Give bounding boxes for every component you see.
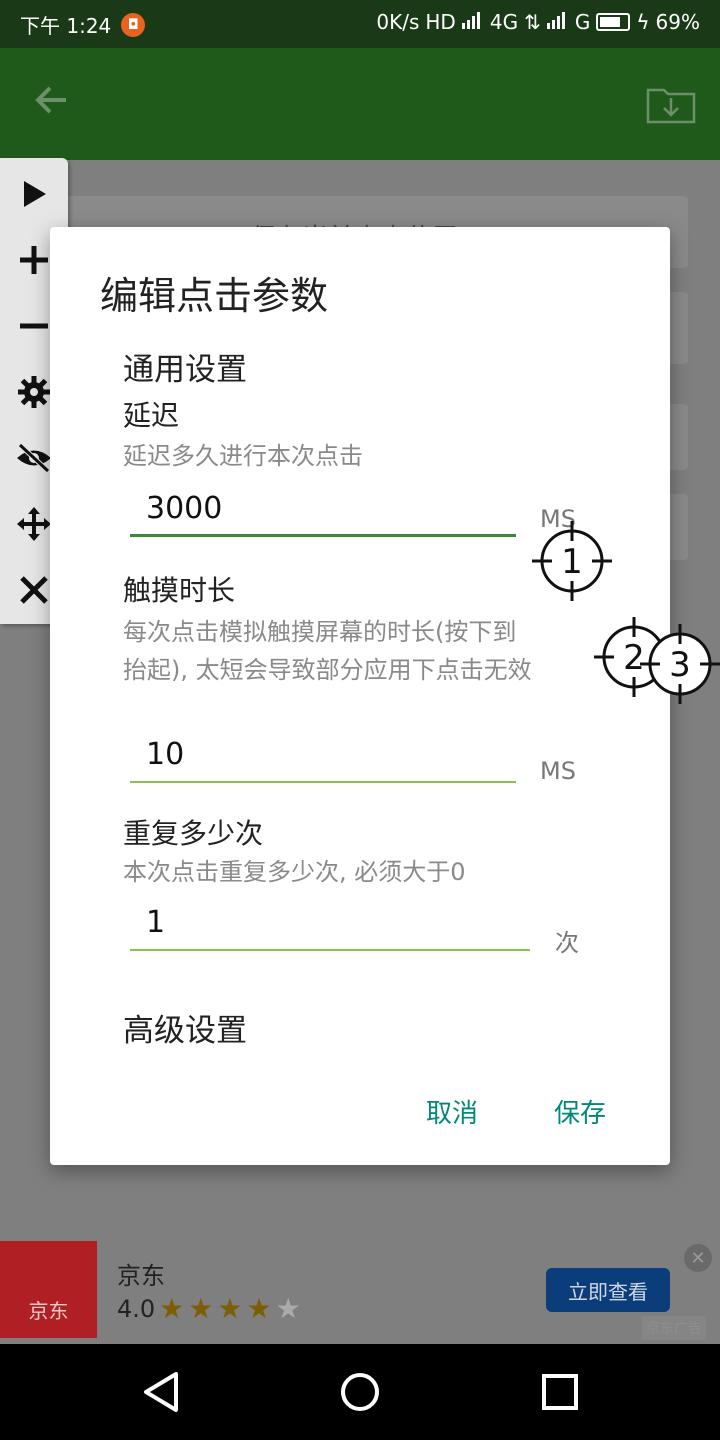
ad-tag: 京东广告 [642,1316,706,1340]
move-icon[interactable] [14,504,54,544]
ad-logo: 京东 [0,1241,97,1338]
touch-duration-unit: MS [540,757,576,785]
nav-back-icon[interactable] [140,1370,184,1414]
hd-indicator: HD [425,10,456,34]
app-bar [0,48,720,160]
marker-label-1: 1 [561,542,583,582]
nav-recents-icon[interactable] [540,1372,580,1412]
click-marker-3[interactable]: 3 [640,624,720,704]
signal-icon-2 [546,10,569,34]
star-icon: ★ [217,1292,243,1325]
star-empty-icon: ★ [275,1292,301,1325]
marker-label-3: 3 [669,645,691,685]
download-folder-icon[interactable] [646,84,696,124]
ad-close-icon[interactable]: ✕ [684,1244,712,1272]
battery-icon [596,13,631,31]
delay-label: 延迟 [123,399,180,432]
ad-logo-text: 京东 [28,1299,69,1323]
battery-percent: 69% [655,10,700,34]
status-time: 下午 1:24 [20,14,112,38]
ad-banner[interactable]: 京东 京东 4.0 ★ ★ ★ ★ ★ 立即查看 ✕ 京东广告 [0,1240,720,1344]
repeat-label: 重复多少次 [123,817,264,850]
save-button[interactable]: 保存 [554,1093,606,1130]
ad-cta-button[interactable]: 立即查看 [546,1268,670,1312]
cancel-button[interactable]: 取消 [426,1093,478,1130]
click-marker-1[interactable]: 1 [532,521,612,601]
ad-app-name: 京东 [117,1262,165,1290]
network-speed: 0K/s [376,10,420,34]
signal-icon [461,10,484,34]
star-icon: ★ [159,1292,185,1325]
visibility-off-icon[interactable] [14,438,54,478]
touch-duration-description: 每次点击模拟触摸屏幕的时长(按下到抬起), 太短会导致部分应用下点击无效 [123,618,532,684]
charging-icon: ϟ [636,10,650,34]
general-settings-heading: 通用设置 [123,352,247,388]
repeat-description: 本次点击重复多少次, 必须大于0 [123,858,466,886]
play-icon[interactable] [14,174,54,214]
delay-description: 延迟多久进行本次点击 [123,442,363,470]
navigation-bar [0,1344,720,1440]
data-transfer-icon: ⇅ [524,10,541,34]
nav-home-icon[interactable] [338,1370,382,1414]
add-icon[interactable] [14,240,54,280]
back-arrow-icon[interactable] [32,80,80,128]
close-icon[interactable] [14,570,54,610]
ad-rating: 4.0 ★ ★ ★ ★ ★ [117,1292,301,1325]
network-type-1: 4G [489,10,519,34]
status-bar: 下午 1:24 ◘ 0K/s HD 4G ⇅ G ϟ 69% [0,0,720,48]
notification-icon: ◘ [121,12,146,37]
delay-input[interactable]: 3000 [130,489,516,537]
touch-duration-input[interactable]: 10 [130,735,516,783]
gear-icon[interactable] [14,372,54,412]
remove-icon[interactable] [14,306,54,346]
advanced-settings-heading[interactable]: 高级设置 [123,1005,247,1050]
repeat-input[interactable]: 1 [130,903,530,951]
dialog-title: 编辑点击参数 [100,274,329,318]
network-type-2: G [574,10,591,34]
edit-click-dialog: 编辑点击参数 通用设置 延迟 延迟多久进行本次点击 3000 MS 触摸时长 每… [50,227,670,1165]
repeat-unit: 次 [555,929,579,957]
touch-duration-label: 触摸时长 [123,574,236,607]
star-icon: ★ [188,1292,214,1325]
ad-rating-value: 4.0 [117,1294,156,1323]
star-icon: ★ [246,1292,272,1325]
